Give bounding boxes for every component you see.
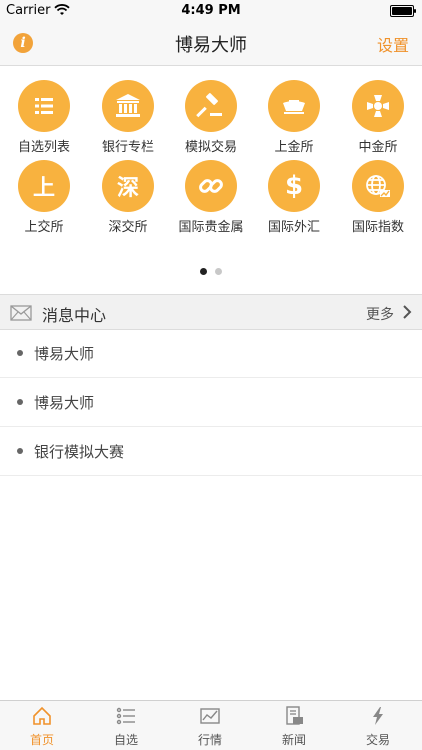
dollar-icon: $ <box>268 160 320 212</box>
tab-label: 自选 <box>113 733 138 747</box>
nav-bar: i 博易大师 设置 <box>0 22 422 66</box>
lightning-icon <box>373 707 383 725</box>
grid-item-sge[interactable]: 上金所 <box>252 66 336 155</box>
gavel-icon <box>185 80 237 132</box>
tab-label: 新闻 <box>281 733 306 747</box>
tab-news[interactable]: 新闻 <box>252 701 336 750</box>
chain-link-icon <box>185 160 237 212</box>
tab-trade[interactable]: 交易 <box>336 701 420 750</box>
list-item-text: 博易大师 <box>34 394 95 412</box>
page-indicator[interactable] <box>0 260 422 279</box>
grid-item-cffex[interactable]: 中金所 <box>336 66 420 155</box>
list-item-text: 银行模拟大赛 <box>34 443 125 461</box>
bank-icon <box>102 80 154 132</box>
gold-ingot-icon <box>268 80 320 132</box>
cross-emblem-icon <box>352 80 404 132</box>
message-list: 博易大师 博易大师 银行模拟大赛 <box>0 329 422 476</box>
bullet <box>17 399 23 405</box>
more-button[interactable]: 更多 <box>366 304 394 324</box>
list-icon <box>18 80 70 132</box>
grid-item-label: 国际贵金属 <box>178 220 244 235</box>
news-icon <box>286 706 303 725</box>
home-icon <box>33 706 51 725</box>
page-dot-active[interactable] <box>200 268 207 275</box>
grid-item-precious-metals[interactable]: 国际贵金属 <box>169 146 253 235</box>
clock: 4:49 PM <box>181 3 241 18</box>
list-item[interactable]: 博易大师 <box>0 329 422 378</box>
list-item[interactable]: 银行模拟大赛 <box>0 427 422 476</box>
tab-watchlist[interactable]: 自选 <box>84 701 168 750</box>
grid-item-sse[interactable]: 上 上交所 <box>2 146 86 235</box>
shen-char-icon: 深 <box>102 160 154 212</box>
message-center-header: 消息中心 更多 <box>0 294 422 330</box>
shang-char-icon: 上 <box>18 160 70 212</box>
status-bar: Carrier 4:49 PM <box>0 0 422 22</box>
grid-item-bank[interactable]: 银行专栏 <box>86 66 170 155</box>
grid-item-forex[interactable]: $ 国际外汇 <box>252 146 336 235</box>
list-icon <box>116 707 135 725</box>
bullet <box>17 350 23 356</box>
list-item[interactable]: 博易大师 <box>0 378 422 427</box>
list-item-text: 博易大师 <box>34 345 95 363</box>
tab-home[interactable]: 首页 <box>0 701 84 750</box>
grid-item-label: 国际指数 <box>351 220 404 235</box>
bullet <box>17 448 23 454</box>
grid-item-simulated-trading[interactable]: 模拟交易 <box>169 66 253 155</box>
tab-bar: 首页 自选 行情 新闻 交易 <box>0 700 422 750</box>
grid-item-watchlist[interactable]: 自选列表 <box>2 66 86 155</box>
tab-market[interactable]: 行情 <box>168 701 252 750</box>
globe-icon <box>352 160 404 212</box>
grid-item-indices[interactable]: 国际指数 <box>336 146 420 235</box>
grid-item-label: 上交所 <box>24 220 64 235</box>
tab-label: 首页 <box>29 733 54 747</box>
tab-label: 行情 <box>197 733 222 747</box>
chevron-right-icon[interactable] <box>402 305 412 319</box>
grid-item-label: 深交所 <box>108 220 148 235</box>
settings-button[interactable]: 设置 <box>377 32 409 56</box>
page-title: 博易大师 <box>175 35 247 56</box>
tab-label: 交易 <box>365 733 390 747</box>
section-title: 消息中心 <box>42 306 107 325</box>
page-dot[interactable] <box>215 268 222 275</box>
chart-icon <box>200 708 220 724</box>
battery-icon <box>390 5 416 17</box>
grid-item-label: 国际外汇 <box>267 220 320 235</box>
grid-item-szse[interactable]: 深 深交所 <box>86 146 170 235</box>
envelope-icon <box>10 305 32 321</box>
